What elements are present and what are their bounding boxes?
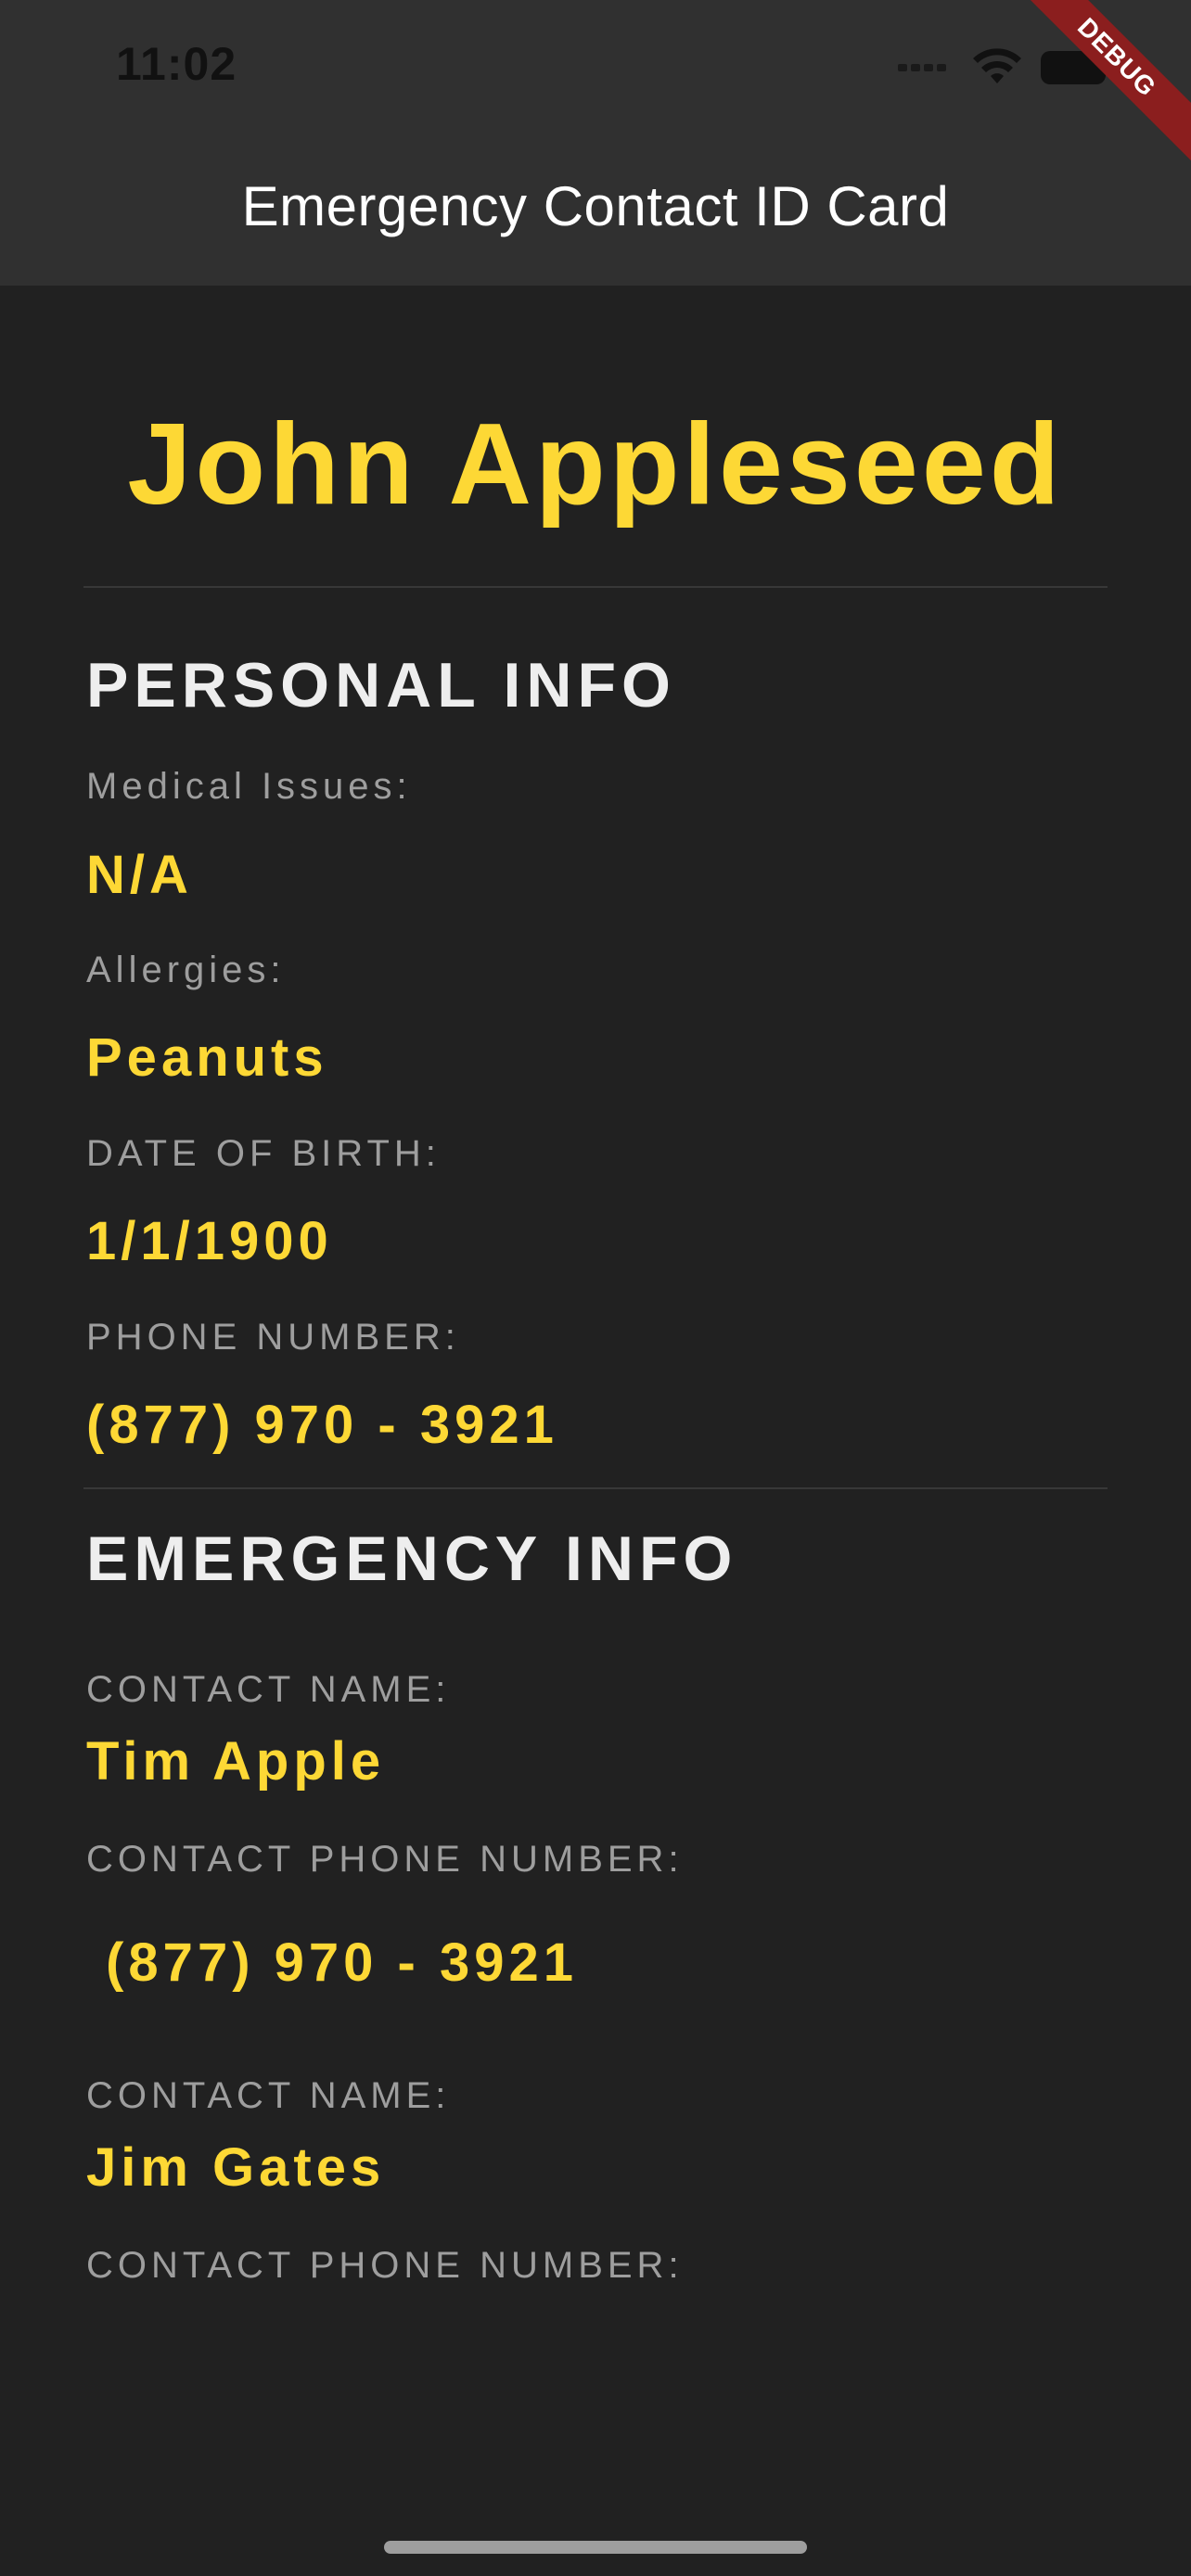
contact-name-value: Tim Apple (86, 1731, 386, 1792)
phone-number-label: PHONE NUMBER: (86, 1317, 460, 1358)
contact-name-label: CONTACT NAME: (86, 2075, 451, 2116)
home-indicator[interactable] (384, 2541, 807, 2554)
medical-issues-value: N/A (86, 845, 193, 905)
screen: 11:02 DEBUG Emergency Contact ID Card Jo… (0, 0, 1191, 2576)
status-bar-icons (898, 45, 1113, 91)
emergency-info-heading: EMERGENCY INFO (86, 1524, 738, 1594)
divider-top (83, 586, 1108, 588)
wifi-icon (973, 48, 1021, 83)
app-bar-title: Emergency Contact ID Card (241, 175, 950, 237)
allergies-label: Allergies: (86, 950, 286, 990)
contact-phone-label: CONTACT PHONE NUMBER: (86, 2245, 684, 2286)
signal-icon (898, 64, 950, 71)
person-name: John Appleseed (127, 401, 1064, 529)
phone-number-value: (877) 970 - 3921 (86, 1395, 558, 1455)
medical-issues-label: Medical Issues: (86, 766, 412, 807)
app-bar: 11:02 DEBUG Emergency Contact ID Card (0, 0, 1191, 286)
date-of-birth-value: 1/1/1900 (86, 1211, 333, 1271)
status-bar-time: 11:02 (116, 38, 237, 90)
divider-middle (83, 1487, 1108, 1489)
allergies-value: Peanuts (86, 1027, 328, 1088)
contact-phone-label: CONTACT PHONE NUMBER: (86, 1839, 684, 1880)
personal-info-heading: PERSONAL INFO (86, 650, 676, 721)
contact-name-value: Jim Gates (86, 2137, 386, 2198)
contact-name-label: CONTACT NAME: (86, 1669, 451, 1710)
contact-phone-value: (877) 970 - 3921 (86, 1932, 578, 1993)
date-of-birth-label: DATE OF BIRTH: (86, 1133, 441, 1174)
